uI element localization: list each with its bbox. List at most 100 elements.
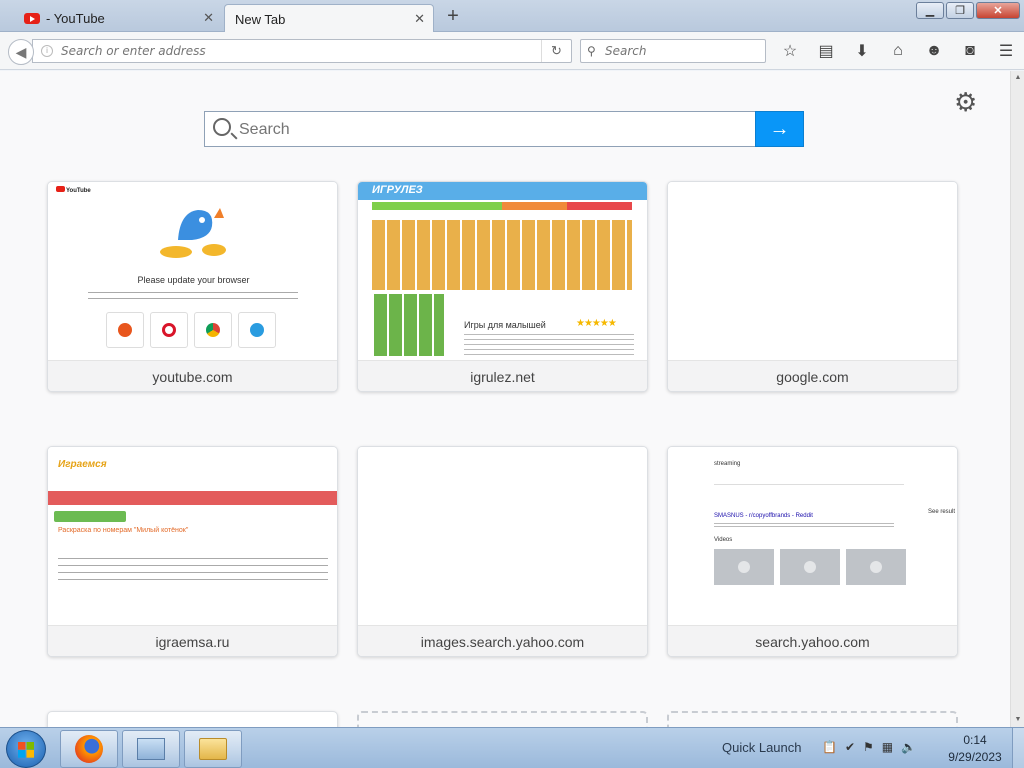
minimize-button[interactable]: ▁ — [916, 2, 944, 19]
tile-images-yahoo[interactable]: images.search.yahoo.com — [357, 446, 648, 657]
tab-new-tab[interactable]: New Tab ✕ — [224, 4, 434, 33]
pocket-icon[interactable]: ◙ — [952, 39, 988, 63]
igraemsa-logo: Играемся — [58, 459, 107, 470]
tile-label: images.search.yahoo.com — [358, 625, 647, 656]
scroll-down-icon[interactable]: ▼ — [1011, 713, 1024, 727]
tile-placeholder — [357, 711, 648, 727]
newtab-search-box[interactable] — [204, 111, 755, 147]
video-thumbnail — [714, 549, 774, 585]
search-input[interactable] — [605, 42, 755, 60]
igrulez-logo: ИГРУЛЕЗ — [372, 184, 423, 196]
clock-time: 0:14 — [963, 733, 987, 747]
site-button — [54, 511, 126, 522]
text-lines — [464, 332, 634, 356]
yahoo-query: streaming — [714, 461, 741, 467]
dinosaur-illustration — [160, 208, 226, 258]
taskbar-explorer[interactable] — [184, 730, 242, 768]
video-list — [714, 549, 906, 585]
navigation-bar: i ↻ ◀ ⚲ ☆ ▤ ⬇ ⌂ ☻ ◙ ☰ — [0, 32, 1024, 70]
yahoo-result-link: SMASNUS - r/copyoffbrands - Reddit — [714, 513, 813, 519]
taskbar-control-panel[interactable] — [122, 730, 180, 768]
tile-placeholder — [667, 711, 958, 727]
url-input[interactable] — [61, 42, 531, 60]
security-icon[interactable]: ✔ — [845, 740, 855, 754]
tile-search-yahoo[interactable]: streaming SMASNUS - r/copyoffbrands - Re… — [667, 446, 958, 657]
new-tab-page: ⚙ → YouTube Please update your browser — [0, 71, 1010, 727]
browser-list — [106, 312, 276, 348]
clipboard-icon[interactable]: 📋 — [822, 740, 837, 754]
reading-list-icon[interactable]: ▤ — [808, 39, 844, 63]
folder-icon — [199, 738, 227, 760]
info-icon[interactable]: i — [41, 45, 53, 57]
text-lines — [58, 555, 328, 583]
taskbar-firefox[interactable] — [60, 730, 118, 768]
gear-icon[interactable]: ⚙ — [954, 87, 977, 118]
star-icon[interactable]: ☆ — [772, 39, 808, 63]
igrulez-heading: Игры для малышей — [464, 320, 546, 330]
tile-label: youtube.com — [48, 360, 337, 391]
window-controls: ▁ ❐ ✕ — [916, 2, 1020, 19]
yahoo-see-results: See result — [928, 509, 956, 515]
yahoo-tabs — [714, 479, 904, 485]
text-lines — [714, 521, 894, 527]
game-grid — [372, 220, 632, 290]
clock-date: 9/29/2023 — [948, 750, 1002, 764]
new-tab-button[interactable]: + — [442, 5, 464, 28]
flag-icon[interactable]: ⚑ — [863, 740, 874, 754]
tile-thumbnail: ИГРУЛЕЗ Игры для малышей ★★★★★ — [358, 182, 647, 360]
search-go-button[interactable]: → — [755, 111, 804, 147]
video-thumbnail — [846, 549, 906, 585]
firefox-icon — [106, 312, 144, 348]
close-window-button[interactable]: ✕ — [976, 2, 1020, 19]
tile-youtube[interactable]: YouTube Please update your browser youtu… — [47, 181, 338, 392]
maximize-button[interactable]: ❐ — [946, 2, 974, 19]
close-tab-icon[interactable]: ✕ — [203, 10, 214, 26]
back-button[interactable]: ◀ — [8, 39, 34, 65]
tile-partial[interactable] — [47, 711, 338, 727]
youtube-logo-icon: YouTube — [56, 186, 91, 194]
tile-label: google.com — [668, 360, 957, 391]
tile-igrulez[interactable]: ИГРУЛЕЗ Игры для малышей ★★★★★ igrulez.n… — [357, 181, 648, 392]
download-icon[interactable]: ⬇ — [844, 39, 880, 63]
tab-bar: - YouTube ✕ New Tab ✕ + ▁ ❐ ✕ — [0, 0, 1024, 33]
firefox-icon — [75, 735, 103, 763]
system-tray: 📋 ✔ ⚑ ▦ 🔈 — [822, 740, 916, 754]
show-desktop-button[interactable] — [1012, 728, 1024, 768]
clock[interactable]: 0:14 9/29/2023 — [944, 732, 1006, 766]
start-button[interactable] — [6, 730, 46, 768]
newtab-search: → — [204, 111, 804, 147]
chrome-icon — [194, 312, 232, 348]
home-icon[interactable]: ⌂ — [880, 39, 916, 63]
tile-label: igraemsa.ru — [48, 625, 337, 656]
tile-google[interactable]: google.com — [667, 181, 958, 392]
tile-label: search.yahoo.com — [668, 625, 957, 656]
control-panel-icon — [137, 738, 165, 760]
search-icon: ⚲ — [587, 44, 596, 58]
tile-thumbnail: streaming SMASNUS - r/copyoffbrands - Re… — [668, 447, 957, 625]
newtab-search-input[interactable] — [239, 118, 739, 142]
close-tab-icon[interactable]: ✕ — [414, 11, 425, 27]
tile-thumbnail: YouTube Please update your browser — [48, 182, 337, 360]
game-grid — [374, 294, 444, 356]
tab-youtube[interactable]: - YouTube ✕ — [14, 4, 222, 32]
tile-thumbnail — [358, 447, 647, 625]
volume-icon[interactable]: 🔈 — [901, 740, 916, 754]
tile-thumbnail: Играемся Раскраска по номерам "Милый кот… — [48, 447, 337, 625]
network-icon[interactable]: ▦ — [882, 740, 893, 754]
url-bar[interactable]: i ↻ — [32, 39, 572, 63]
rating-stars: ★★★★★ — [576, 318, 617, 329]
quick-launch-label[interactable]: Quick Launch — [722, 740, 802, 755]
menu-icon[interactable]: ☰ — [988, 39, 1024, 63]
tile-thumbnail — [668, 182, 957, 360]
search-bar[interactable]: ⚲ — [580, 39, 766, 63]
smiley-icon[interactable]: ☻ — [916, 39, 952, 63]
tile-igraemsa[interactable]: Играемся Раскраска по номерам "Милый кот… — [47, 446, 338, 657]
site-nav — [372, 202, 632, 210]
site-nav — [48, 491, 337, 505]
reload-icon[interactable]: ↻ — [541, 40, 571, 62]
scrollbar[interactable]: ▲ ▼ — [1010, 71, 1024, 727]
tab-label: New Tab — [235, 11, 286, 27]
yahoo-videos-label: Videos — [714, 537, 733, 543]
scroll-up-icon[interactable]: ▲ — [1011, 71, 1024, 85]
search-icon — [213, 118, 231, 136]
